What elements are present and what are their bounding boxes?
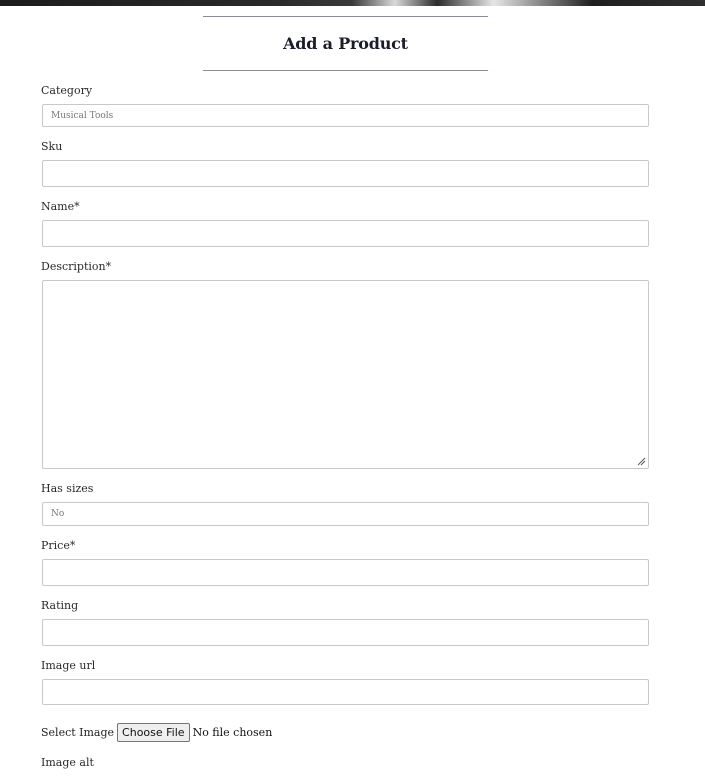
name-input[interactable]: [42, 220, 649, 247]
select-image-label: Select Image: [41, 726, 115, 739]
choose-file-button[interactable]: Choose File: [117, 723, 190, 742]
category-value: Musical Tools: [51, 110, 114, 121]
image-url-input[interactable]: [42, 679, 649, 705]
page-title: Add a Product: [283, 34, 408, 53]
price-label: Price*: [41, 539, 76, 552]
rating-label: Rating: [41, 599, 79, 612]
has-sizes-select[interactable]: No: [42, 502, 649, 526]
name-label: Name*: [41, 200, 80, 213]
select-image-row: Select Image Choose File No file chosen: [41, 723, 272, 742]
sku-label: Sku: [41, 140, 63, 153]
rating-input[interactable]: [42, 619, 649, 646]
sku-input[interactable]: [42, 160, 649, 187]
hero-image-strip: [0, 0, 705, 6]
price-input[interactable]: [42, 559, 649, 586]
page-header: Add a Product: [203, 16, 488, 71]
image-url-label: Image url: [41, 659, 96, 672]
file-status-text: No file chosen: [192, 726, 273, 739]
has-sizes-value: No: [51, 509, 65, 519]
category-label: Category: [41, 84, 93, 97]
description-textarea[interactable]: [42, 280, 649, 469]
resize-grip-icon[interactable]: [636, 456, 646, 466]
category-select[interactable]: Musical Tools: [42, 104, 649, 127]
has-sizes-label: Has sizes: [41, 482, 94, 495]
image-alt-label: Image alt: [41, 756, 94, 769]
description-label: Description*: [41, 260, 112, 273]
